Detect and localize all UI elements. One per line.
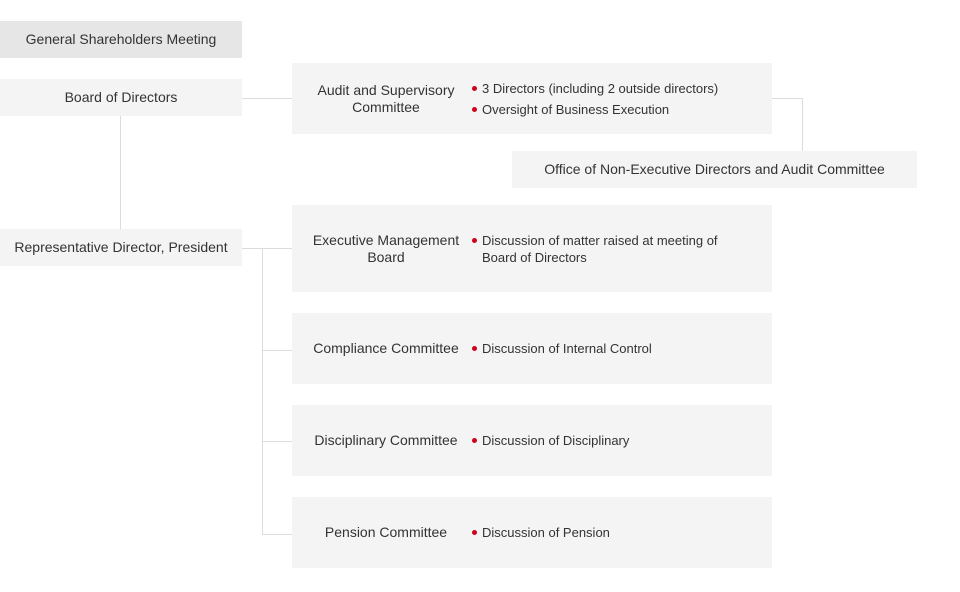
bullet-dot-icon	[472, 85, 477, 91]
committee-name-text: Compliance Committee	[313, 340, 459, 356]
committee-name: Pension Committee	[302, 497, 470, 568]
committee-box: Compliance Committee Discussion of Intern…	[292, 313, 772, 384]
governance-diagram: General Shareholders Meeting Board of Di…	[0, 0, 960, 592]
bullet-dot-icon	[472, 106, 477, 112]
bullet-dot-icon	[472, 438, 477, 443]
node-label: General Shareholders Meeting	[25, 31, 217, 47]
node-label: Representative Director, President	[14, 239, 228, 255]
committee-bullets: Discussion of Disciplinary	[472, 405, 752, 476]
connector	[242, 98, 292, 99]
committee-name: Executive Management Board	[302, 205, 470, 292]
committee-box: Executive Management Board Discussion of …	[292, 205, 772, 292]
bullet-item: Discussion of Disciplinary	[472, 432, 752, 449]
bullet-item: Discussion of matter raised at meeting o…	[472, 232, 752, 266]
connector	[262, 534, 292, 535]
connector	[262, 441, 292, 442]
connector	[262, 248, 263, 535]
general-shareholders-meeting: General Shareholders Meeting	[0, 21, 242, 58]
bullet-item: 3 Directors (including 2 outside directo…	[472, 80, 752, 97]
committee-name-text: Pension Committee	[324, 524, 448, 540]
bullet-dot-icon	[472, 346, 477, 351]
bullet-item: Discussion of Internal Control	[472, 340, 752, 357]
committee-bullets: Discussion of Pension	[472, 497, 752, 568]
representative-director-president: Representative Director, President	[0, 229, 242, 266]
bullet-dot-icon	[472, 530, 477, 535]
committee-name: Audit and Supervisory Committee	[302, 63, 470, 134]
bullet-text: Discussion of matter raised at meeting o…	[482, 232, 718, 265]
bullet-item: Discussion of Pension	[472, 524, 752, 541]
bullet-text: Discussion of Disciplinary	[482, 433, 630, 448]
bullet-text: 3 Directors (including 2 outside directo…	[482, 80, 719, 96]
committee-name-text: Audit and Supervisory Committee	[317, 81, 455, 115]
bullet-text: Discussion of Pension	[482, 525, 610, 540]
committee-box: Disciplinary Committee Discussion of Disc…	[292, 405, 772, 476]
connector	[802, 98, 803, 151]
committee-bullets: 3 Directors (including 2 outside directo…	[472, 63, 752, 134]
connector	[242, 248, 292, 249]
bullet-text: Oversight of Business Execution	[482, 101, 670, 117]
committee-box: Audit and Supervisory Committee 3 Directo…	[292, 63, 772, 134]
office-non-executive-directors: Office of Non-Executive Directors and Au…	[512, 151, 917, 188]
connector	[262, 350, 292, 351]
committee-name-text: Disciplinary Committee	[314, 432, 458, 448]
bullet-text: Discussion of Internal Control	[482, 341, 652, 356]
connector	[771, 98, 802, 99]
committee-bullets: Discussion of Internal Control	[472, 313, 752, 384]
committee-name-text: Executive Management Board	[312, 231, 460, 265]
board-of-directors: Board of Directors	[0, 79, 242, 116]
connector	[120, 116, 121, 229]
committee-bullets: Discussion of matter raised at meeting o…	[472, 205, 752, 292]
committee-name: Disciplinary Committee	[302, 405, 470, 476]
bullet-item: Oversight of Business Execution	[472, 101, 752, 118]
node-label: Board of Directors	[64, 89, 178, 105]
node-label: Office of Non-Executive Directors and Au…	[544, 161, 885, 177]
committee-box: Pension Committee Discussion of Pension	[292, 497, 772, 568]
committee-name: Compliance Committee	[302, 313, 470, 384]
bullet-dot-icon	[472, 237, 477, 243]
